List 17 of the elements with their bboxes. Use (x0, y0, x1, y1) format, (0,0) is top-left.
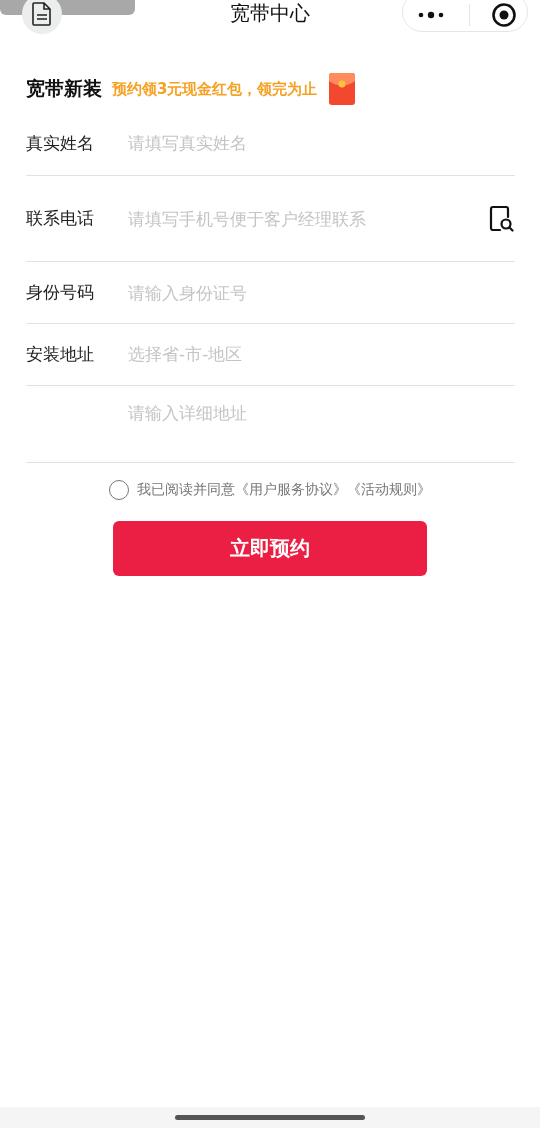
page-title: 宽带中心 (230, 0, 310, 27)
input-field[interactable]: 请填写手机号便于客户经理联系 (128, 208, 489, 229)
promo-text: 预约领3元现金红包，领完为止 (112, 79, 318, 99)
field-label: 身份号码 (26, 281, 95, 304)
input-field[interactable]: 请填写真实姓名 (128, 133, 515, 153)
submit-button[interactable]: 立即预约 (113, 521, 427, 576)
field-label: 安装地址 (26, 343, 95, 366)
agreement-text: 我已阅读并同意《用户服务协议》《活动规则》 (137, 481, 431, 499)
envelope-icon (329, 73, 356, 105)
address-detail-field[interactable]: 请输入详细地址 (128, 402, 515, 442)
section-title: 宽带新装 (26, 76, 102, 101)
field-label: 联系电话 (26, 207, 95, 230)
document-icon (31, 2, 53, 26)
field-label: 真实姓名 (26, 131, 95, 155)
phone-search-icon[interactable] (489, 204, 515, 233)
document-button[interactable] (22, 0, 62, 34)
input-field[interactable]: 请输入身份证号 (128, 282, 515, 303)
